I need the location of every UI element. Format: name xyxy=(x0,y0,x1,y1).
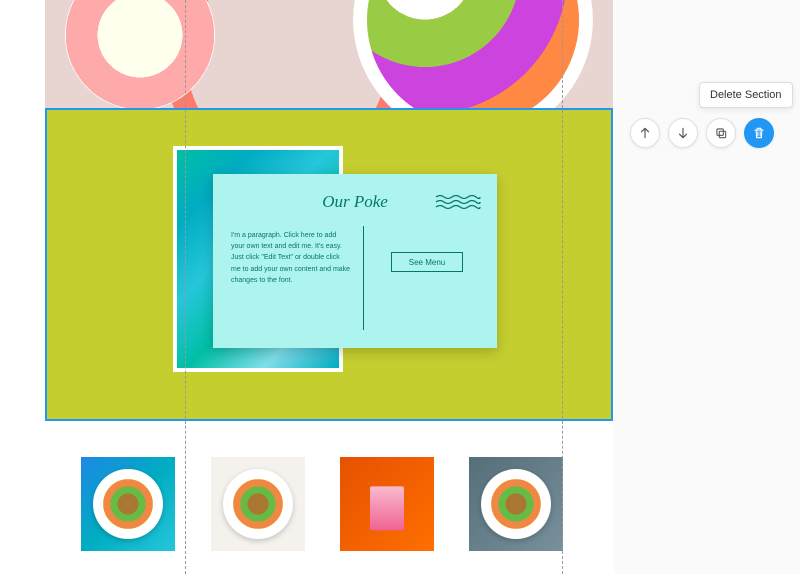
gallery-image[interactable] xyxy=(211,457,305,551)
bowl-icon xyxy=(223,469,293,539)
page-area: Our Poke I'm a paragraph. Click here to … xyxy=(45,0,613,574)
chopstick-icon xyxy=(383,0,567,64)
right-panel: Delete Section xyxy=(614,0,800,574)
duplicate-button[interactable] xyxy=(706,118,736,148)
delete-section-tooltip: Delete Section xyxy=(699,82,793,108)
chopstick-icon xyxy=(383,0,567,74)
candle-icon xyxy=(370,486,404,530)
postcard-divider xyxy=(363,226,364,330)
move-up-button[interactable] xyxy=(630,118,660,148)
duplicate-icon xyxy=(714,126,728,140)
delete-button[interactable] xyxy=(744,118,774,148)
gallery-image[interactable] xyxy=(340,457,434,551)
poke-section-selected[interactable]: Our Poke I'm a paragraph. Click here to … xyxy=(45,108,613,421)
arrow-down-icon xyxy=(676,126,690,140)
postcard-paragraph[interactable]: I'm a paragraph. Click here to add your … xyxy=(231,230,351,286)
gallery-image[interactable] xyxy=(469,457,563,551)
move-down-button[interactable] xyxy=(668,118,698,148)
hero-section[interactable] xyxy=(45,0,613,108)
column-guide-right xyxy=(562,0,563,574)
column-guide-left xyxy=(185,0,186,574)
bowl-icon xyxy=(481,469,551,539)
trash-icon xyxy=(752,126,766,140)
bowl-icon xyxy=(93,469,163,539)
section-toolbar xyxy=(630,118,774,148)
see-menu-button[interactable]: See Menu xyxy=(391,252,463,272)
gallery-image[interactable] xyxy=(81,457,175,551)
gallery-section[interactable] xyxy=(45,421,613,574)
editor-canvas: Our Poke I'm a paragraph. Click here to … xyxy=(0,0,800,574)
hero-bowl-left xyxy=(65,0,215,108)
stamp-waves-icon xyxy=(435,194,481,212)
postcard[interactable]: Our Poke I'm a paragraph. Click here to … xyxy=(213,174,497,348)
arrow-up-icon xyxy=(638,126,652,140)
